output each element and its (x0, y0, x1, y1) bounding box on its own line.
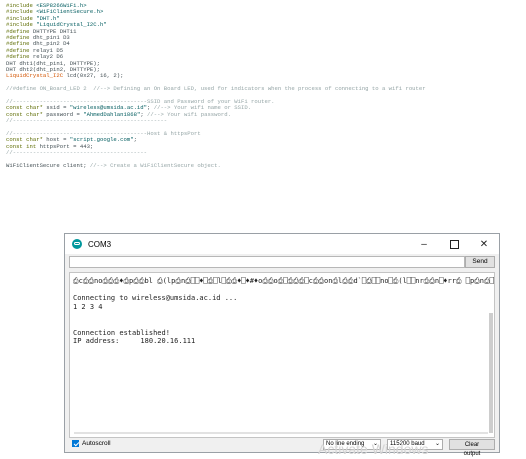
autoscroll-toggle[interactable]: Autoscroll (72, 440, 111, 447)
send-input[interactable] (69, 256, 465, 268)
chevron-down-icon: ⌄ (434, 441, 440, 447)
autoscroll-label: Autoscroll (82, 440, 111, 447)
arduino-icon (72, 239, 82, 249)
send-row: Send (69, 256, 495, 270)
serial-output-line: ⎙c⎙⎙no⎙⎙⎙♦⎙p⎙⎙bl ⎙(lp⎙n⎙⎕⎕♦⎕⎙⎕l⎕⎙⎙♦⎕♦#♦o… (73, 277, 495, 285)
maximize-icon (449, 239, 459, 249)
close-button[interactable]: ✕ (469, 234, 499, 254)
autoscroll-checkbox[interactable] (72, 440, 79, 447)
serial-monitor-window: COM3 – ✕ Send ⎙c⎙⎙no⎙⎙⎙♦⎙p⎙⎙bl ⎙(lp⎙n⎙⎕⎕… (64, 233, 500, 457)
serial-output-line (73, 286, 491, 295)
code-token: //--------------------------------------… (6, 148, 147, 156)
window-title: COM3 (88, 239, 112, 249)
serial-output-text: ⎙c⎙⎙no⎙⎙⎙♦⎙p⎙⎙bl ⎙(lp⎙n⎙⎕⎕♦⎕⎙⎕l⎕⎙⎙♦⎕♦#♦o… (73, 277, 495, 346)
maximize-button[interactable] (439, 234, 469, 254)
code-token: //#define ON_Board_LED 2 //--> Defining … (6, 85, 426, 93)
code-token: WiFiClientSecure client; (6, 161, 90, 169)
horizontal-scrollbar[interactable] (74, 432, 488, 434)
serial-output-line: Connection established! (73, 328, 170, 337)
activate-windows-watermark: Activate Windows (318, 441, 429, 457)
serial-output-line: Connecting to wireless@umsida.ac.id ... (73, 294, 238, 303)
code-token: lcd(0x27, 16, 2); (63, 72, 124, 80)
serial-output[interactable]: ⎙c⎙⎙no⎙⎙⎙♦⎙p⎙⎙bl ⎙(lp⎙n⎙⎕⎕♦⎕⎙⎕l⎕⎙⎙♦⎕♦#♦o… (69, 272, 495, 438)
serial-output-line: 1 2 3 4 (73, 302, 103, 311)
code-token: LiquidCrystal_I2C (6, 72, 64, 80)
vertical-scrollbar[interactable] (489, 313, 493, 433)
title-bar[interactable]: COM3 – ✕ (65, 234, 499, 254)
code-token: //--> Create a WiFiClientSecure object. (89, 161, 221, 169)
send-button[interactable]: Send (465, 256, 495, 268)
clear-output-button[interactable]: Clear output (449, 439, 495, 457)
code-token: //--------------------------------------… (6, 117, 168, 125)
source-code: #include <ESP8266WiFi.h> #include <WiFiCl… (6, 2, 522, 169)
code-token: ; (133, 136, 137, 144)
serial-output-line (73, 320, 491, 329)
serial-output-line (73, 311, 491, 320)
minimize-button[interactable]: – (409, 234, 439, 254)
serial-output-line: IP address: 180.20.16.111 (73, 337, 196, 346)
status-bar: Autoscroll No line ending ⌄ 115200 baud … (69, 439, 495, 457)
code-line: WiFiClientSecure client; //--> Create a … (6, 161, 522, 169)
